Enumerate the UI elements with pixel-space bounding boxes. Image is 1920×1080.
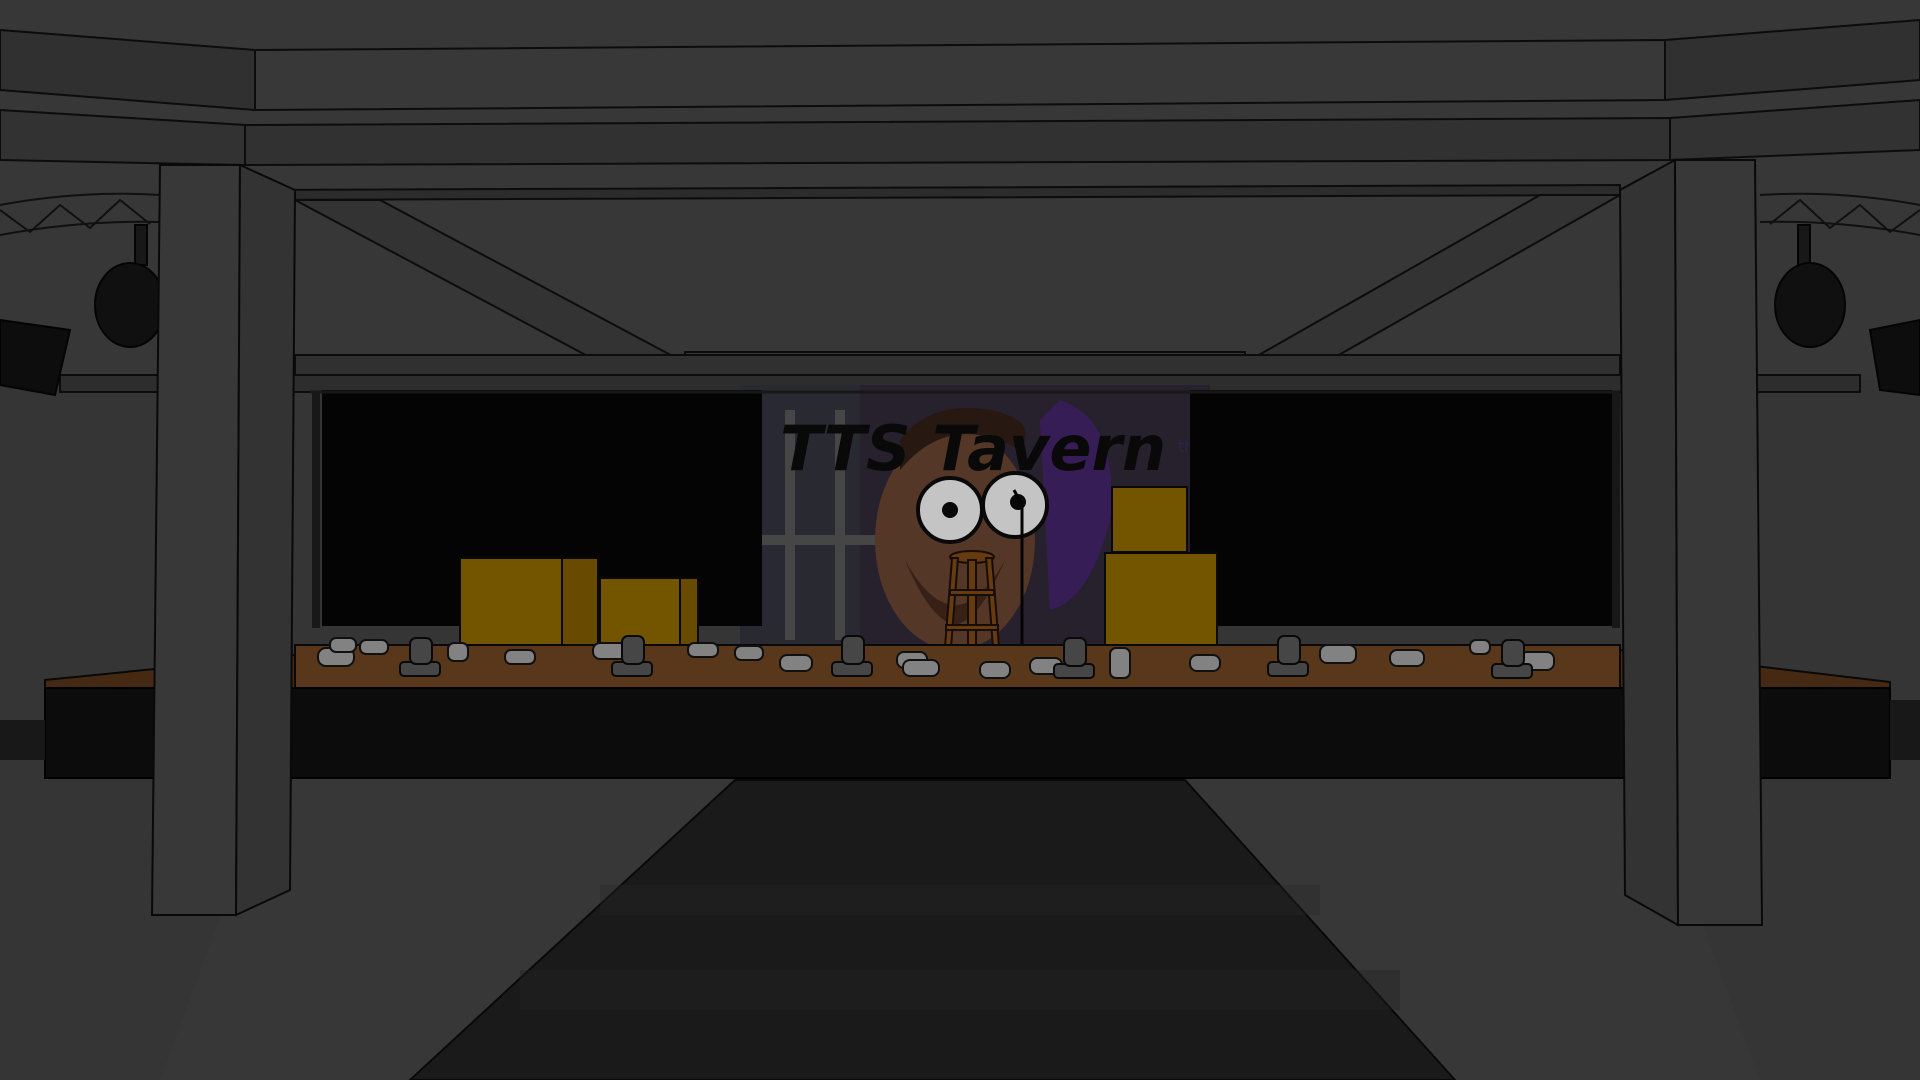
scene-dim-overlay <box>0 0 1920 1080</box>
game-scene: TTS Tavern th <box>0 0 1920 1080</box>
